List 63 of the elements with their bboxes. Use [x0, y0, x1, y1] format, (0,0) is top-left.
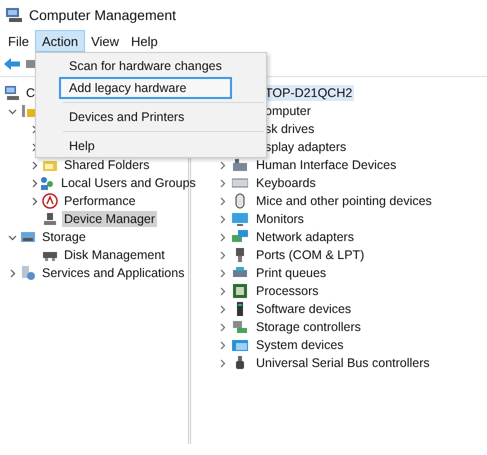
- chevron-icon[interactable]: [218, 304, 227, 314]
- input-device-icon: [232, 157, 248, 173]
- chevron-icon[interactable]: [218, 358, 227, 368]
- chevron-icon[interactable]: [8, 106, 17, 116]
- window-title: Computer Management: [29, 7, 176, 23]
- chevron-icon[interactable]: [218, 178, 227, 188]
- tree-item[interactable]: Shared Folders: [62, 157, 152, 173]
- tree-item[interactable]: Services and Applications: [40, 265, 186, 281]
- tree-item[interactable]: Network adapters: [254, 229, 356, 245]
- chevron-icon[interactable]: [30, 178, 39, 188]
- menu-item[interactable]: Help: [59, 135, 232, 157]
- chevron-icon[interactable]: [8, 268, 17, 278]
- menu-item[interactable]: Help: [125, 30, 164, 52]
- chevron-icon[interactable]: [30, 160, 39, 170]
- users-icon: [39, 175, 55, 191]
- storage-icon: [232, 319, 248, 335]
- tools-icon: [20, 103, 36, 119]
- tree-item[interactable]: Print queues: [254, 265, 328, 281]
- tree-item[interactable]: Keyboards: [254, 175, 318, 191]
- chevron-icon[interactable]: [218, 250, 227, 260]
- tree-item[interactable]: Storage: [40, 229, 88, 245]
- tree-item[interactable]: Ports (COM & LPT): [254, 247, 366, 263]
- tree-item[interactable]: Universal Serial Bus controllers: [254, 355, 432, 371]
- computer-icon: [4, 85, 20, 101]
- tree-item[interactable]: Storage controllers: [254, 319, 363, 335]
- storage-icon: [20, 229, 36, 245]
- menu-item[interactable]: File: [2, 30, 35, 52]
- tree-item[interactable]: System devices: [254, 337, 346, 353]
- chevron-icon[interactable]: [218, 322, 227, 332]
- menu-item[interactable]: Scan for hardware changes: [59, 55, 232, 77]
- monitor-icon: [232, 211, 248, 227]
- chevron-icon[interactable]: [8, 232, 17, 242]
- chevron-icon[interactable]: [218, 232, 227, 242]
- back-arrow-icon[interactable]: [4, 58, 20, 70]
- chevron-icon[interactable]: [218, 160, 227, 170]
- device-icon: [42, 211, 58, 227]
- chevron-icon[interactable]: [218, 214, 227, 224]
- chevron-icon[interactable]: [218, 340, 227, 350]
- tree-item[interactable]: Disk Management: [62, 247, 167, 263]
- tree-item[interactable]: Software devices: [254, 301, 354, 317]
- tree-item[interactable]: omputer: [263, 103, 313, 119]
- tree-item[interactable]: Local Users and Groups: [59, 175, 198, 191]
- chevron-icon[interactable]: [218, 286, 227, 296]
- chevron-icon[interactable]: [218, 196, 227, 206]
- tree-item[interactable]: Monitors: [254, 211, 306, 227]
- folder-icon: [232, 337, 248, 353]
- services-icon: [20, 265, 36, 281]
- tree-item[interactable]: Mice and other pointing devices: [254, 193, 434, 209]
- network-icon: [232, 229, 248, 245]
- chevron-icon[interactable]: [30, 196, 39, 206]
- tree-item[interactable]: Human Interface Devices: [254, 157, 398, 173]
- chevron-icon[interactable]: [218, 268, 227, 278]
- menu-item[interactable]: Action: [34, 30, 86, 52]
- gauge-icon: [42, 193, 58, 209]
- tree-item[interactable]: Device Manager: [62, 211, 158, 227]
- menu-item[interactable]: Add legacy hardware: [59, 77, 232, 99]
- tree-item[interactable]: Performance: [62, 193, 138, 209]
- tree-item[interactable]: C: [24, 85, 38, 101]
- app-icon: [5, 7, 23, 23]
- chip-icon: [232, 283, 248, 299]
- menu-item[interactable]: View: [85, 30, 126, 52]
- tree-item[interactable]: Processors: [254, 283, 321, 299]
- menu-item[interactable]: Devices and Printers: [59, 106, 232, 128]
